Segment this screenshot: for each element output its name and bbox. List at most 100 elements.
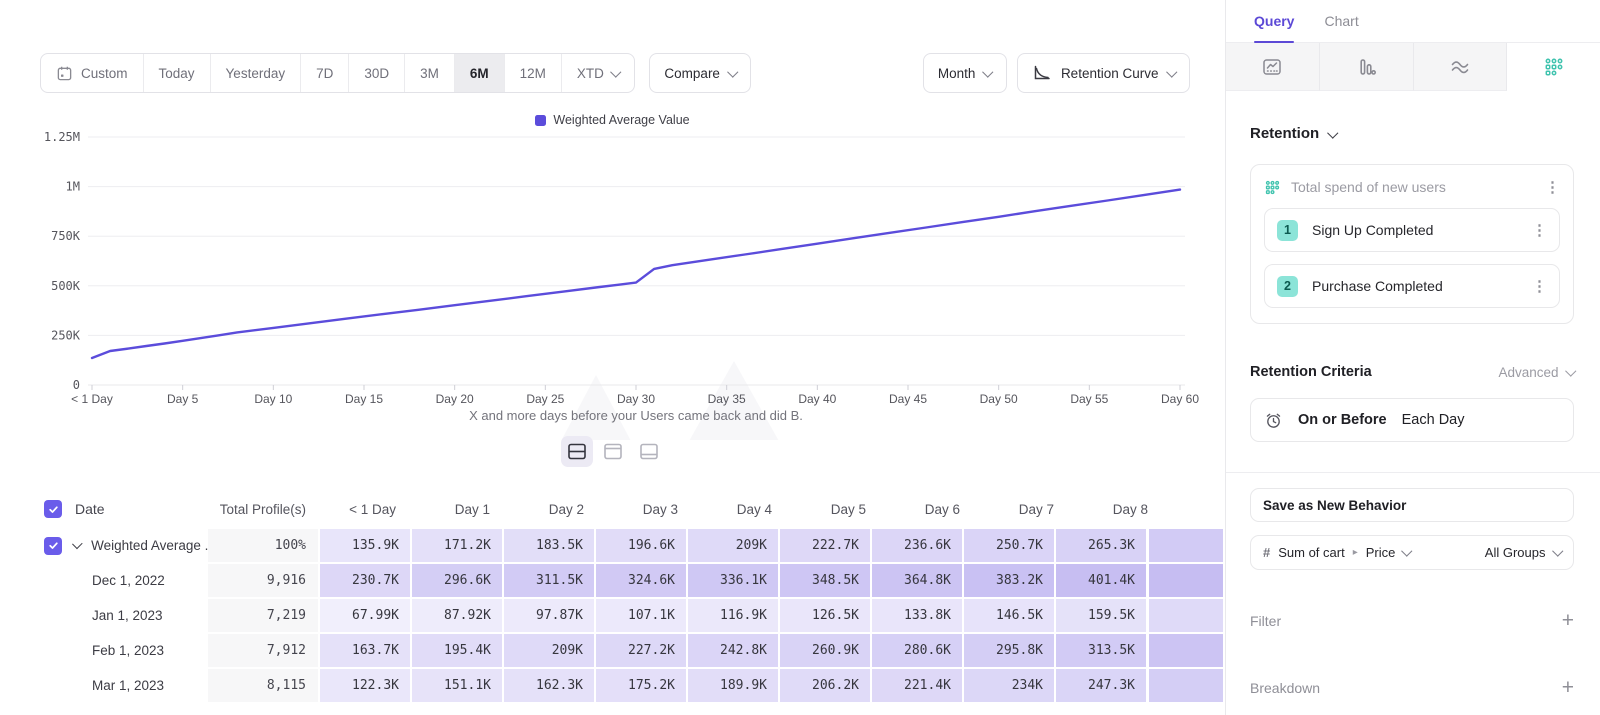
retention-value-cell[interactable]: 313.5K [1056, 634, 1146, 667]
retention-value-cell[interactable]: 364.8K [872, 564, 962, 597]
add-breakdown-button[interactable]: + [1562, 677, 1574, 698]
range-label: 3M [420, 66, 439, 81]
retention-value-cell[interactable]: 122.3K [320, 669, 410, 702]
report-tab-funnels[interactable] [1320, 43, 1414, 91]
retention-value-cell[interactable]: 159.5K [1056, 599, 1146, 632]
layout-toggle-split-view-icon[interactable] [561, 436, 593, 467]
row-expander-chevron-icon[interactable] [72, 539, 82, 549]
retention-table: Date Total Profile(s) < 1 DayDay 1Day 2D… [0, 490, 1225, 703]
retention-value-cell[interactable]: 183.5K [504, 529, 594, 562]
range-6m[interactable]: 6M [455, 54, 505, 92]
retention-value-cell[interactable]: 67.99K [320, 599, 410, 632]
criteria-condition-control[interactable]: On or Before Each Day [1250, 398, 1574, 442]
retention-value-cell[interactable]: 242.8K [688, 634, 778, 667]
row-label[interactable]: Mar 1, 2023 [92, 678, 164, 693]
report-tab-insights[interactable] [1226, 43, 1320, 91]
retention-value-cell[interactable]: 195.4K [412, 634, 502, 667]
kebab-menu-icon[interactable]: ⋮ [1532, 221, 1547, 239]
row-label[interactable]: Jan 1, 2023 [92, 608, 163, 623]
range-3m[interactable]: 3M [405, 54, 455, 92]
section-title-retention[interactable]: Retention [1250, 125, 1574, 142]
tab-chart-label: Chart [1324, 13, 1358, 29]
range-7d[interactable]: 7D [301, 54, 349, 92]
clipped-day9-cell [1149, 564, 1223, 597]
tab-chart[interactable]: Chart [1324, 0, 1358, 42]
retention-value-cell[interactable]: 234K [964, 669, 1054, 702]
chart-view-dropdown[interactable]: Retention Curve [1017, 53, 1190, 93]
retention-value-cell[interactable]: 236.6K [872, 529, 962, 562]
behavior-step[interactable]: 2Purchase Completed⋮ [1264, 264, 1560, 308]
range-yesterday[interactable]: Yesterday [211, 54, 302, 92]
retention-value-cell[interactable]: 206.2K [780, 669, 870, 702]
retention-value-cell[interactable]: 247.3K [1056, 669, 1146, 702]
compare-button[interactable]: Compare [649, 53, 751, 93]
retention-value-cell[interactable]: 126.5K [780, 599, 870, 632]
save-as-new-behavior-button[interactable]: Save as New Behavior [1250, 488, 1574, 522]
retention-value-cell[interactable]: 383.2K [964, 564, 1054, 597]
retention-value-cell[interactable]: 280.6K [872, 634, 962, 667]
retention-value-cell[interactable]: 175.2K [596, 669, 686, 702]
column-header-day: Day 1 [414, 502, 506, 517]
add-filter-button[interactable]: + [1562, 610, 1574, 631]
retention-value-cell[interactable]: 222.7K [780, 529, 870, 562]
retention-value-cell[interactable]: 250.7K [964, 529, 1054, 562]
retention-value-cell[interactable]: 97.87K [504, 599, 594, 632]
retention-value-cell[interactable]: 260.9K [780, 634, 870, 667]
retention-value-cell[interactable]: 401.4K [1056, 564, 1146, 597]
retention-value-cell[interactable]: 209K [688, 529, 778, 562]
retention-value-cell[interactable]: 135.9K [320, 529, 410, 562]
retention-value-cell[interactable]: 227.2K [596, 634, 686, 667]
retention-value-cell[interactable]: 133.8K [872, 599, 962, 632]
chevron-down-icon [1402, 546, 1413, 557]
row-checkbox[interactable] [44, 537, 62, 555]
group-scope-dropdown[interactable]: All Groups [1485, 545, 1561, 560]
retention-value-cell[interactable]: 146.5K [964, 599, 1054, 632]
row-label[interactable]: Feb 1, 2023 [92, 643, 164, 658]
retention-value-cell[interactable]: 162.3K [504, 669, 594, 702]
retention-value-cell[interactable]: 87.92K [412, 599, 502, 632]
retention-value-cell[interactable]: 296.6K [412, 564, 502, 597]
range-30d[interactable]: 30D [349, 54, 405, 92]
row-date-cell: Feb 1, 2023 [0, 633, 208, 668]
retention-value-cell[interactable]: 163.7K [320, 634, 410, 667]
granularity-dropdown[interactable]: Month [923, 53, 1007, 93]
select-all-checkbox[interactable] [44, 500, 62, 518]
kebab-menu-icon[interactable]: ⋮ [1545, 178, 1560, 196]
retention-curve-icon [1032, 64, 1052, 82]
criteria-mode-dropdown[interactable]: Advanced [1498, 365, 1574, 380]
retention-curve-line[interactable] [92, 190, 1180, 358]
retention-value-cell[interactable]: 311.5K [504, 564, 594, 597]
retention-value-cell[interactable]: 196.6K [596, 529, 686, 562]
tab-query[interactable]: Query [1254, 0, 1294, 42]
retention-value-cell[interactable]: 221.4K [872, 669, 962, 702]
retention-value-cell[interactable]: 348.5K [780, 564, 870, 597]
layout-toggle-chart-only-icon[interactable] [597, 436, 629, 467]
retention-value-cell[interactable]: 265.3K [1056, 529, 1146, 562]
step-event-label: Purchase Completed [1312, 278, 1443, 294]
retention-value-cell[interactable]: 171.2K [412, 529, 502, 562]
retention-value-cell[interactable]: 151.1K [412, 669, 502, 702]
layout-toggle-table-only-icon[interactable] [633, 436, 665, 467]
retention-value-cell[interactable]: 189.9K [688, 669, 778, 702]
retention-value-cell[interactable]: 336.1K [688, 564, 778, 597]
retention-value-cell[interactable]: 324.6K [596, 564, 686, 597]
range-12m[interactable]: 12M [505, 54, 562, 92]
retention-value-cell[interactable]: 116.9K [688, 599, 778, 632]
report-tab-flows[interactable] [1414, 43, 1508, 91]
x-axis-tick-label: Day 20 [436, 392, 474, 406]
line-chart-canvas[interactable]: 0250K500K750K1M1.25M< 1 DayDay 5Day 10Da… [0, 105, 1225, 440]
kebab-menu-icon[interactable]: ⋮ [1532, 277, 1547, 295]
range-custom[interactable]: Custom [41, 54, 144, 92]
retention-value-cell[interactable]: 107.1K [596, 599, 686, 632]
row-label[interactable]: Dec 1, 2022 [92, 573, 165, 588]
behavior-step[interactable]: 1Sign Up Completed⋮ [1264, 208, 1560, 252]
report-tab-retention[interactable] [1507, 43, 1600, 91]
retention-value-cell[interactable]: 295.8K [964, 634, 1054, 667]
criteria-mode-label: Advanced [1498, 365, 1558, 380]
retention-value-cell[interactable]: 230.7K [320, 564, 410, 597]
retention-value-cell[interactable]: 209K [504, 634, 594, 667]
range-today[interactable]: Today [144, 54, 211, 92]
measure-property-control[interactable]: # Sum of cart ▸ Price All Groups [1250, 535, 1574, 570]
range-xtd[interactable]: XTD [562, 54, 635, 92]
row-label[interactable]: Weighted Average ... [91, 538, 208, 553]
